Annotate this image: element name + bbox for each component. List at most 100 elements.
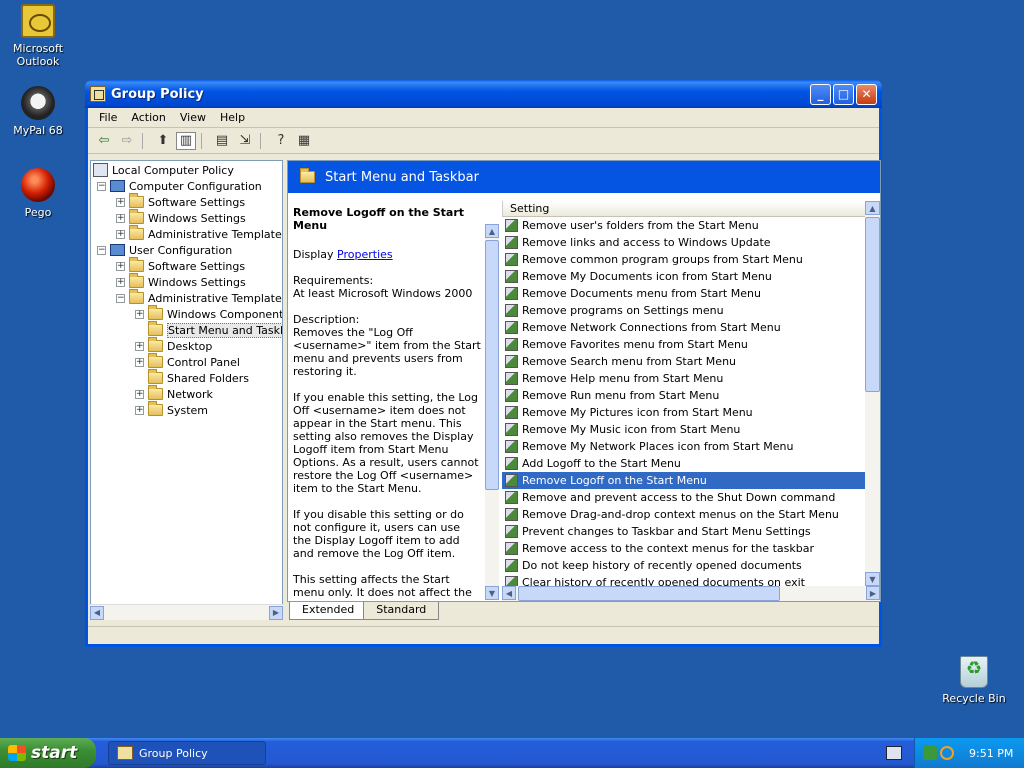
setting-row[interactable]: Remove My Documents icon from Start Menu (502, 268, 865, 285)
expand-icon[interactable]: + (116, 277, 125, 287)
back-arrow-icon[interactable]: ⇦ (94, 132, 114, 150)
start-button[interactable]: start (0, 738, 96, 768)
setting-row[interactable]: Add Logoff to the Start Menu (502, 455, 865, 472)
properties-link[interactable]: Properties (337, 248, 393, 261)
scroll-up-arrow-icon[interactable]: ▲ (485, 224, 499, 238)
setting-icon (505, 304, 518, 317)
tree-item-start-menu-and-taskbar[interactable]: Start Menu and Taskbar (148, 321, 282, 338)
scroll-up-arrow-icon[interactable]: ▲ (865, 201, 880, 215)
setting-row[interactable]: Prevent changes to Taskbar and Start Men… (502, 523, 865, 540)
network-tray-icon[interactable] (923, 746, 937, 760)
tree-item-shared-folders[interactable]: Shared Folders (148, 369, 249, 386)
setting-row[interactable]: Remove My Music icon from Start Menu (502, 421, 865, 438)
setting-label: Clear history of recently opened documen… (522, 576, 805, 586)
collapse-icon[interactable]: − (116, 293, 125, 303)
collapse-icon[interactable]: − (97, 245, 106, 255)
scroll-right-arrow-icon[interactable]: ▶ (866, 586, 880, 600)
scrollbar-thumb[interactable] (485, 240, 499, 490)
desktop-icon-recycle-bin[interactable]: Recycle Bin (936, 656, 1012, 705)
scrollbar-thumb[interactable] (518, 586, 780, 601)
scroll-down-arrow-icon[interactable]: ▼ (865, 572, 880, 586)
tree-item-software-settings[interactable]: + Software Settings (116, 257, 245, 274)
expand-icon[interactable]: + (116, 261, 125, 271)
show-description-icon[interactable]: ▦ (294, 132, 314, 150)
tree-item-administrative-templates[interactable]: − Administrative Templates (116, 289, 282, 306)
settings-horizontal-scrollbar[interactable]: ◀ ▶ (502, 586, 880, 601)
setting-row[interactable]: Remove links and access to Windows Updat… (502, 234, 865, 251)
setting-row[interactable]: Remove user's folders from the Start Men… (502, 217, 865, 234)
expand-icon[interactable]: + (135, 341, 144, 351)
scroll-right-arrow-icon[interactable]: ▶ (269, 605, 283, 620)
desktop-icon-outlook[interactable]: Microsoft Outlook (0, 4, 76, 68)
setting-row[interactable]: Remove Favorites menu from Start Menu (502, 336, 865, 353)
setting-row[interactable]: Remove Help menu from Start Menu (502, 370, 865, 387)
tree-item-software-settings[interactable]: + Software Settings (116, 193, 245, 210)
maximize-button[interactable]: □ (833, 83, 854, 105)
minimize-button[interactable]: _ (810, 83, 831, 105)
tree-item-user-configuration[interactable]: − User Configuration (97, 242, 232, 258)
setting-row[interactable]: Remove common program groups from Start … (502, 251, 865, 268)
setting-label: Remove Network Connections from Start Me… (522, 321, 781, 334)
setting-row[interactable]: Remove Run menu from Start Menu (502, 387, 865, 404)
scroll-down-arrow-icon[interactable]: ▼ (485, 586, 499, 600)
taskbar-button-group-policy[interactable]: Group Policy (108, 741, 266, 765)
setting-row[interactable]: Remove Drag-and-drop context menus on th… (502, 506, 865, 523)
setting-icon (505, 236, 518, 249)
forward-arrow-icon[interactable]: ⇨ (117, 132, 137, 150)
expand-icon[interactable]: + (116, 213, 125, 223)
desktop-icon-mypal[interactable]: MyPal 68 (0, 86, 76, 137)
tree-item-windows-components[interactable]: + Windows Components (135, 305, 282, 322)
setting-row[interactable]: Remove Search menu from Start Menu (502, 353, 865, 370)
setting-column-header[interactable]: Setting (502, 201, 865, 217)
tree-item-desktop[interactable]: + Desktop (135, 337, 212, 354)
description-scrollbar[interactable]: ▲ ▼ (485, 224, 499, 600)
tree-item-network[interactable]: + Network (135, 385, 213, 402)
search-tray-icon[interactable] (940, 746, 954, 760)
setting-row[interactable]: Remove and prevent access to the Shut Do… (502, 489, 865, 506)
expand-icon[interactable]: + (116, 197, 125, 207)
setting-row[interactable]: Remove Logoff on the Start Menu (502, 472, 865, 489)
tab-standard[interactable]: Standard (363, 602, 440, 620)
desktop-icon-pego[interactable]: Pego (0, 168, 76, 219)
tree-horizontal-scrollbar[interactable]: ◀ ▶ (90, 604, 283, 620)
menu-help[interactable]: Help (213, 111, 252, 124)
tree-item-windows-settings[interactable]: + Windows Settings (116, 209, 246, 226)
keyboard-icon[interactable] (886, 746, 902, 760)
collapse-icon[interactable]: − (97, 181, 106, 191)
setting-row[interactable]: Remove access to the context menus for t… (502, 540, 865, 557)
setting-row[interactable]: Remove My Pictures icon from Start Menu (502, 404, 865, 421)
menu-file[interactable]: File (92, 111, 124, 124)
scroll-left-arrow-icon[interactable]: ◀ (502, 586, 516, 600)
tree-item-system[interactable]: + System (135, 401, 208, 418)
expand-icon[interactable]: + (135, 357, 144, 367)
setting-row[interactable]: Remove Network Connections from Start Me… (502, 319, 865, 336)
setting-row[interactable]: Remove My Network Places icon from Start… (502, 438, 865, 455)
properties-icon[interactable]: ▤ (212, 132, 232, 150)
setting-label: Remove common program groups from Start … (522, 253, 803, 266)
scrollbar-thumb[interactable] (865, 217, 880, 392)
tree-item-administrative-templates[interactable]: + Administrative Templates (116, 225, 282, 242)
help-icon[interactable]: ? (271, 132, 291, 150)
expand-icon[interactable]: + (135, 405, 144, 415)
tree-item-computer-configuration[interactable]: − Computer Configuration (97, 178, 262, 194)
up-folder-icon[interactable]: ⬆ (153, 132, 173, 150)
setting-row[interactable]: Remove programs on Settings menu (502, 302, 865, 319)
tree-item-windows-settings[interactable]: + Windows Settings (116, 273, 246, 290)
setting-row[interactable]: Remove Documents menu from Start Menu (502, 285, 865, 302)
settings-vertical-scrollbar[interactable]: ▲ ▼ (865, 201, 880, 586)
expand-icon[interactable]: + (135, 389, 144, 399)
setting-row[interactable]: Clear history of recently opened documen… (502, 574, 865, 586)
menu-action[interactable]: Action (124, 111, 172, 124)
expand-icon[interactable]: + (135, 309, 144, 319)
show-hide-tree-icon[interactable]: ▥ (176, 131, 196, 150)
title-bar[interactable]: Group Policy _ □ ✕ (85, 80, 882, 108)
close-button[interactable]: ✕ (856, 83, 877, 105)
scroll-left-arrow-icon[interactable]: ◀ (90, 605, 104, 620)
expand-icon[interactable]: + (116, 229, 125, 239)
tab-extended[interactable]: Extended (289, 602, 368, 620)
export-list-icon[interactable]: ⇲ (235, 132, 255, 150)
tree-item-control-panel[interactable]: + Control Panel (135, 353, 240, 370)
setting-row[interactable]: Do not keep history of recently opened d… (502, 557, 865, 574)
tree-item-local-computer-policy[interactable]: Local Computer Policy (93, 162, 234, 178)
menu-view[interactable]: View (173, 111, 213, 124)
